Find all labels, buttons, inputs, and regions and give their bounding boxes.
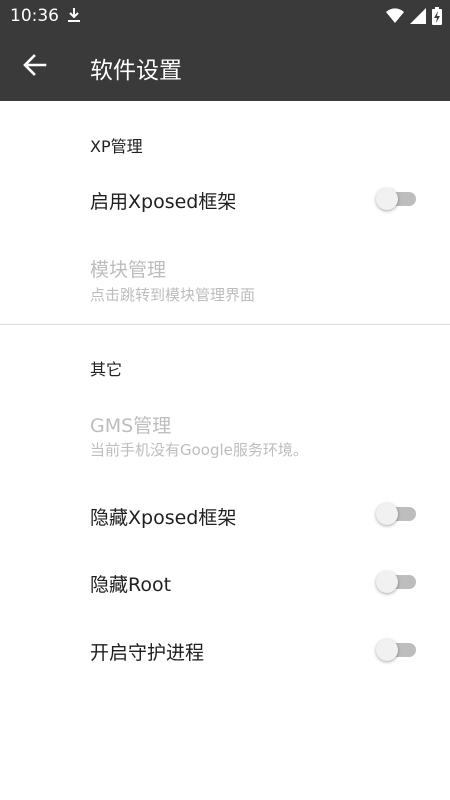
wifi-icon [386,8,404,28]
setting-enable-xposed-label: 启用Xposed框架 [90,191,237,213]
enable-xposed-switch[interactable] [376,188,416,210]
app-bar: 软件设置 [0,32,450,101]
status-time: 10:36 [10,6,59,26]
arrow-back-icon [23,54,47,80]
hide-root-switch[interactable] [376,571,416,593]
section-header-other: 其它 [90,360,123,379]
setting-gms-title: GMS管理 [90,415,172,437]
download-icon [67,7,81,27]
signal-icon [410,8,426,28]
setting-hide-root-label: 隐藏Root [90,574,172,596]
daemon-switch[interactable] [376,639,416,661]
switch-thumb [376,503,398,525]
back-button[interactable] [20,53,50,81]
switch-thumb [376,188,398,210]
setting-module-manage-title: 模块管理 [90,259,167,281]
battery-charging-icon [432,7,442,29]
status-bar: 10:36 [0,0,450,32]
hide-xposed-switch[interactable] [376,503,416,525]
section-header-xp: XP管理 [90,137,143,156]
setting-gms-subtitle: 当前手机没有Google服务环境。 [90,441,308,459]
setting-module-manage-subtitle: 点击跳转到模块管理界面 [90,286,256,304]
switch-thumb [376,571,398,593]
page-title: 软件设置 [90,58,182,84]
section-divider [0,324,450,325]
setting-hide-xposed-label: 隐藏Xposed框架 [90,507,237,529]
setting-daemon-label: 开启守护进程 [90,642,205,664]
switch-thumb [376,639,398,661]
